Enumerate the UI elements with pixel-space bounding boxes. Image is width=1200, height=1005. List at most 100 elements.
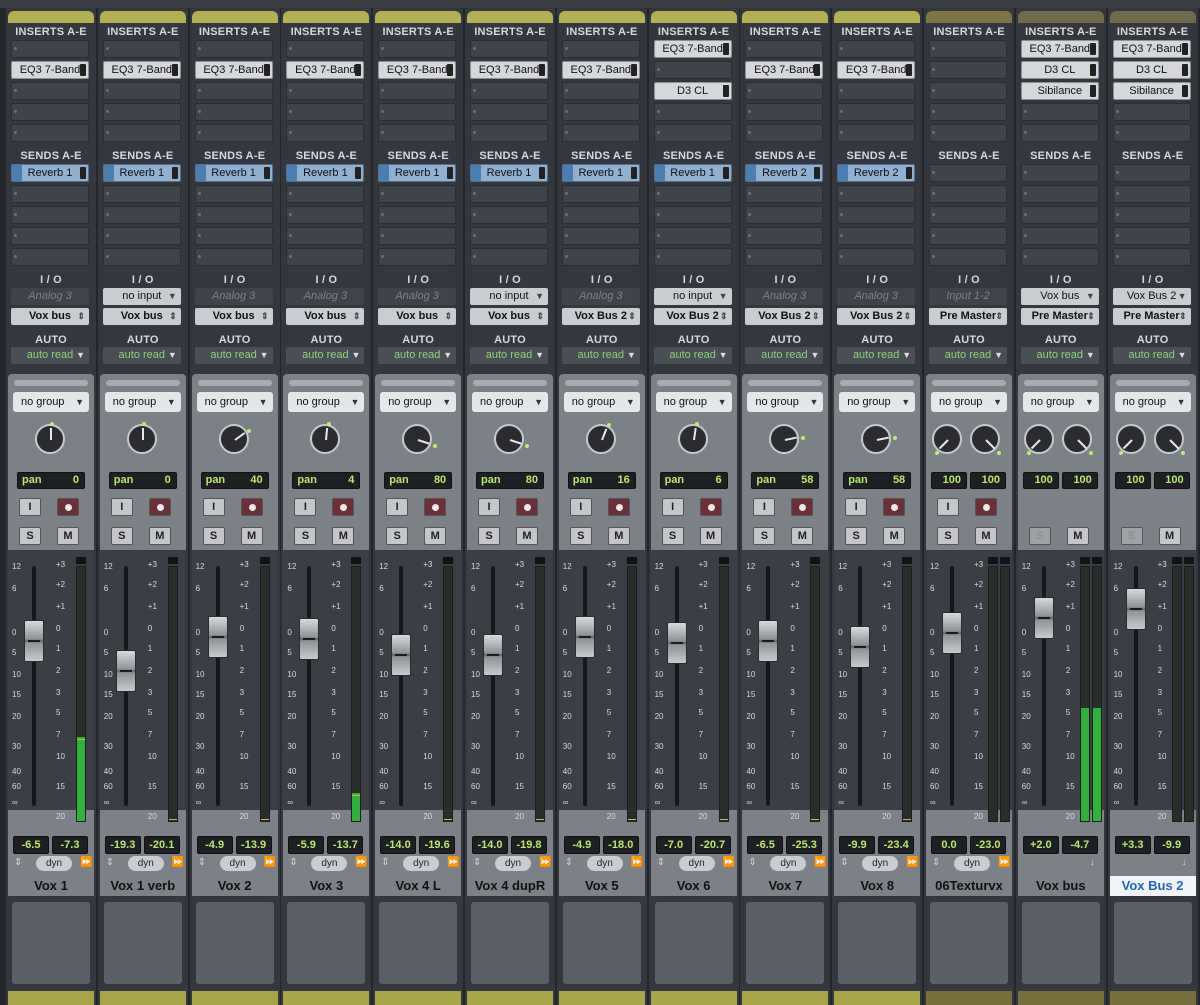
insert-slot[interactable]: EQ3 7-Band	[837, 61, 916, 79]
track-name[interactable]: Vox 3	[283, 876, 370, 896]
insert-slot-empty[interactable]	[102, 40, 181, 58]
send-slot-empty[interactable]	[653, 227, 732, 245]
send-slot-empty[interactable]	[470, 185, 548, 203]
peak-readout[interactable]: -7.3	[52, 836, 88, 854]
insert-slot-empty[interactable]	[102, 82, 181, 100]
comments-box[interactable]	[287, 902, 366, 984]
send-slot[interactable]: Reverb 1	[561, 164, 640, 182]
volume-readout[interactable]: +3.3	[1114, 836, 1151, 854]
volume-readout[interactable]: -14.0	[380, 836, 417, 854]
peak-readout[interactable]: -25.3	[786, 836, 823, 854]
send-slot-empty[interactable]	[561, 227, 640, 245]
group-selector[interactable]: no group ▼	[104, 392, 181, 412]
insert-slot[interactable]: EQ3 7-Band	[102, 61, 181, 79]
insert-bypass-button[interactable]	[80, 64, 86, 76]
send-slot-empty[interactable]	[1020, 185, 1099, 203]
group-selector[interactable]: no group ▼	[655, 392, 732, 412]
volume-fader[interactable]	[299, 618, 320, 660]
insert-slot-empty[interactable]	[286, 124, 365, 142]
peak-readout[interactable]: -20.7	[694, 836, 731, 854]
input-selector[interactable]: Analog 3 ▼	[194, 288, 273, 305]
track-name[interactable]: Vox 2	[191, 876, 278, 896]
automation-mode-selector[interactable]: auto read ▼	[102, 347, 181, 364]
automation-mode-selector[interactable]: auto read ▼	[929, 347, 1007, 364]
insert-slot-empty[interactable]	[837, 40, 916, 58]
dyn-button[interactable]: dyn	[954, 856, 990, 871]
insert-bypass-button[interactable]	[1089, 43, 1096, 55]
send-slot-empty[interactable]	[1020, 206, 1099, 224]
pan-knob[interactable]	[677, 422, 708, 454]
mute-button[interactable]: M	[424, 527, 447, 545]
send-slot-empty[interactable]	[11, 248, 89, 266]
solo-button[interactable]: S	[294, 527, 317, 545]
insert-slot-empty[interactable]	[378, 124, 457, 142]
dyn-button[interactable]: dyn	[36, 856, 72, 871]
peak-readout[interactable]: -23.0	[970, 836, 1006, 854]
insert-bypass-button[interactable]	[1089, 64, 1096, 76]
input-monitor-button[interactable]: I	[202, 498, 225, 516]
mute-button[interactable]: M	[883, 527, 906, 545]
insert-slot-empty[interactable]	[286, 82, 365, 100]
insert-slot[interactable]: EQ3 7-Band	[1020, 40, 1099, 58]
input-selector[interactable]: no input ▼	[470, 288, 548, 305]
send-slot[interactable]: Reverb 1	[653, 164, 732, 182]
insert-slot-empty[interactable]	[653, 61, 732, 79]
output-selector[interactable]: Pre Master ⇕	[929, 308, 1007, 325]
send-mute-button[interactable]	[447, 167, 454, 179]
insert-slot[interactable]: EQ3 7-Band	[378, 61, 457, 79]
insert-slot-empty[interactable]	[1020, 124, 1099, 142]
pan-knob[interactable]	[1061, 424, 1093, 456]
send-slot[interactable]: Reverb 1	[286, 164, 365, 182]
solo-button[interactable]: S	[1120, 527, 1143, 545]
input-selector[interactable]: Input 1-2 ▼	[929, 288, 1007, 305]
dyn-button[interactable]: dyn	[127, 856, 164, 871]
insert-bypass-button[interactable]	[171, 64, 178, 76]
record-arm-button[interactable]	[424, 498, 447, 516]
send-mute-button[interactable]	[355, 167, 362, 179]
automation-mode-selector[interactable]: auto read ▼	[1020, 347, 1099, 364]
mute-button[interactable]: M	[607, 527, 630, 545]
comments-box[interactable]	[471, 902, 549, 984]
automation-mode-selector[interactable]: auto read ▼	[194, 347, 273, 364]
insert-slot-empty[interactable]	[745, 124, 824, 142]
automation-mode-selector[interactable]: auto read ▼	[653, 347, 732, 364]
insert-slot-empty[interactable]	[929, 103, 1007, 121]
insert-slot-empty[interactable]	[929, 61, 1007, 79]
solo-button[interactable]: S	[386, 527, 409, 545]
send-mute-button[interactable]	[263, 167, 270, 179]
insert-slot-empty[interactable]	[194, 124, 273, 142]
output-selector[interactable]: Vox Bus 2 ⇕	[653, 308, 732, 325]
group-selector[interactable]: no group ▼	[472, 392, 548, 412]
input-monitor-button[interactable]: I	[937, 498, 959, 516]
send-slot[interactable]: Reverb 1	[102, 164, 181, 182]
peak-readout[interactable]: -20.1	[143, 836, 180, 854]
insert-slot[interactable]: D3 CL	[1112, 61, 1191, 79]
pan-display[interactable]: pan 0	[108, 472, 177, 489]
dyn-button[interactable]: dyn	[678, 856, 715, 871]
dyn-button[interactable]: dyn	[219, 856, 256, 871]
insert-slot[interactable]: EQ3 7-Band	[561, 61, 640, 79]
dyn-button[interactable]: dyn	[586, 856, 623, 871]
volume-readout[interactable]: -14.0	[472, 836, 508, 854]
insert-slot-empty[interactable]	[470, 124, 548, 142]
insert-bypass-button[interactable]	[1181, 85, 1188, 97]
send-slot-empty[interactable]	[1112, 227, 1191, 245]
send-slot[interactable]: Reverb 1	[11, 164, 89, 182]
send-slot-empty[interactable]	[745, 227, 824, 245]
input-monitor-button[interactable]: I	[19, 498, 41, 516]
send-slot-empty[interactable]	[1112, 206, 1191, 224]
insert-bypass-button[interactable]	[1089, 85, 1096, 97]
record-arm-button[interactable]	[883, 498, 906, 516]
track-name[interactable]: Vox 7	[742, 876, 829, 896]
send-slot-empty[interactable]	[194, 185, 273, 203]
send-slot-empty[interactable]	[1020, 164, 1099, 182]
comments-box[interactable]	[838, 902, 917, 984]
insert-bypass-button[interactable]	[1181, 43, 1188, 55]
input-monitor-button[interactable]: I	[294, 498, 317, 516]
output-selector[interactable]: Vox bus ⇕	[378, 308, 457, 325]
insert-slot[interactable]: EQ3 7-Band	[653, 40, 732, 58]
output-selector[interactable]: Vox Bus 2 ⇕	[745, 308, 824, 325]
track-name[interactable]: Vox 1 verb	[99, 876, 186, 896]
dyn-button[interactable]: dyn	[770, 856, 807, 871]
track-name[interactable]: Vox 4 L	[375, 876, 462, 896]
